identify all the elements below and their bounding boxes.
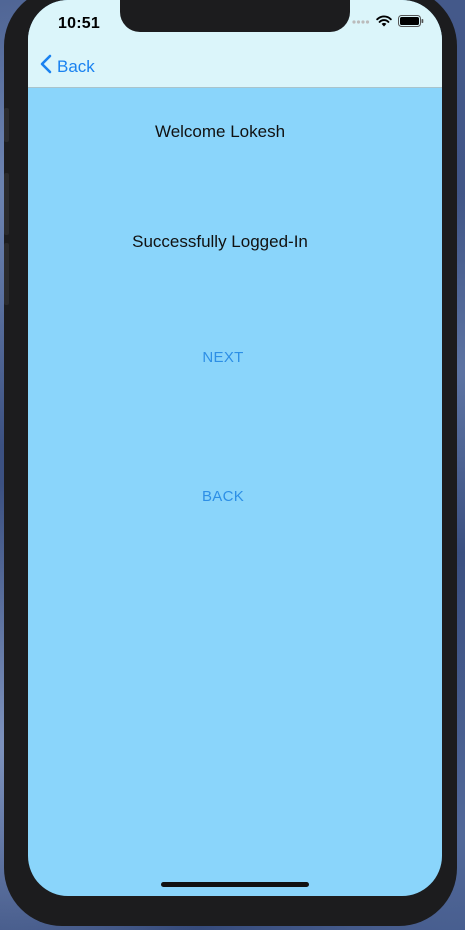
nav-back-button[interactable]: Back	[40, 54, 95, 79]
status-icons	[352, 14, 424, 32]
status-bar: 10:51	[28, 0, 442, 44]
status-time: 10:51	[58, 15, 100, 32]
login-status-text: Successfully Logged-In	[132, 232, 308, 251]
notch	[120, 0, 350, 32]
app-screen: 10:51 Back Welcome Lokesh Successfully L…	[28, 0, 442, 896]
back-button[interactable]: BACK	[28, 488, 418, 505]
phone-frame: 10:51 Back Welcome Lokesh Successfully L…	[4, 0, 457, 926]
nav-back-label: Back	[57, 56, 95, 76]
battery-icon	[398, 14, 424, 32]
volume-up-button	[4, 173, 9, 235]
chevron-left-icon	[40, 54, 52, 79]
next-button[interactable]: NEXT	[28, 349, 418, 366]
welcome-text: Welcome Lokesh	[154, 122, 286, 141]
wifi-icon	[376, 14, 392, 32]
cellular-signal-icon	[352, 14, 370, 32]
mute-switch	[4, 108, 9, 142]
volume-down-button	[4, 243, 9, 305]
home-indicator[interactable]	[161, 882, 309, 887]
navigation-bar: Back	[28, 44, 442, 88]
